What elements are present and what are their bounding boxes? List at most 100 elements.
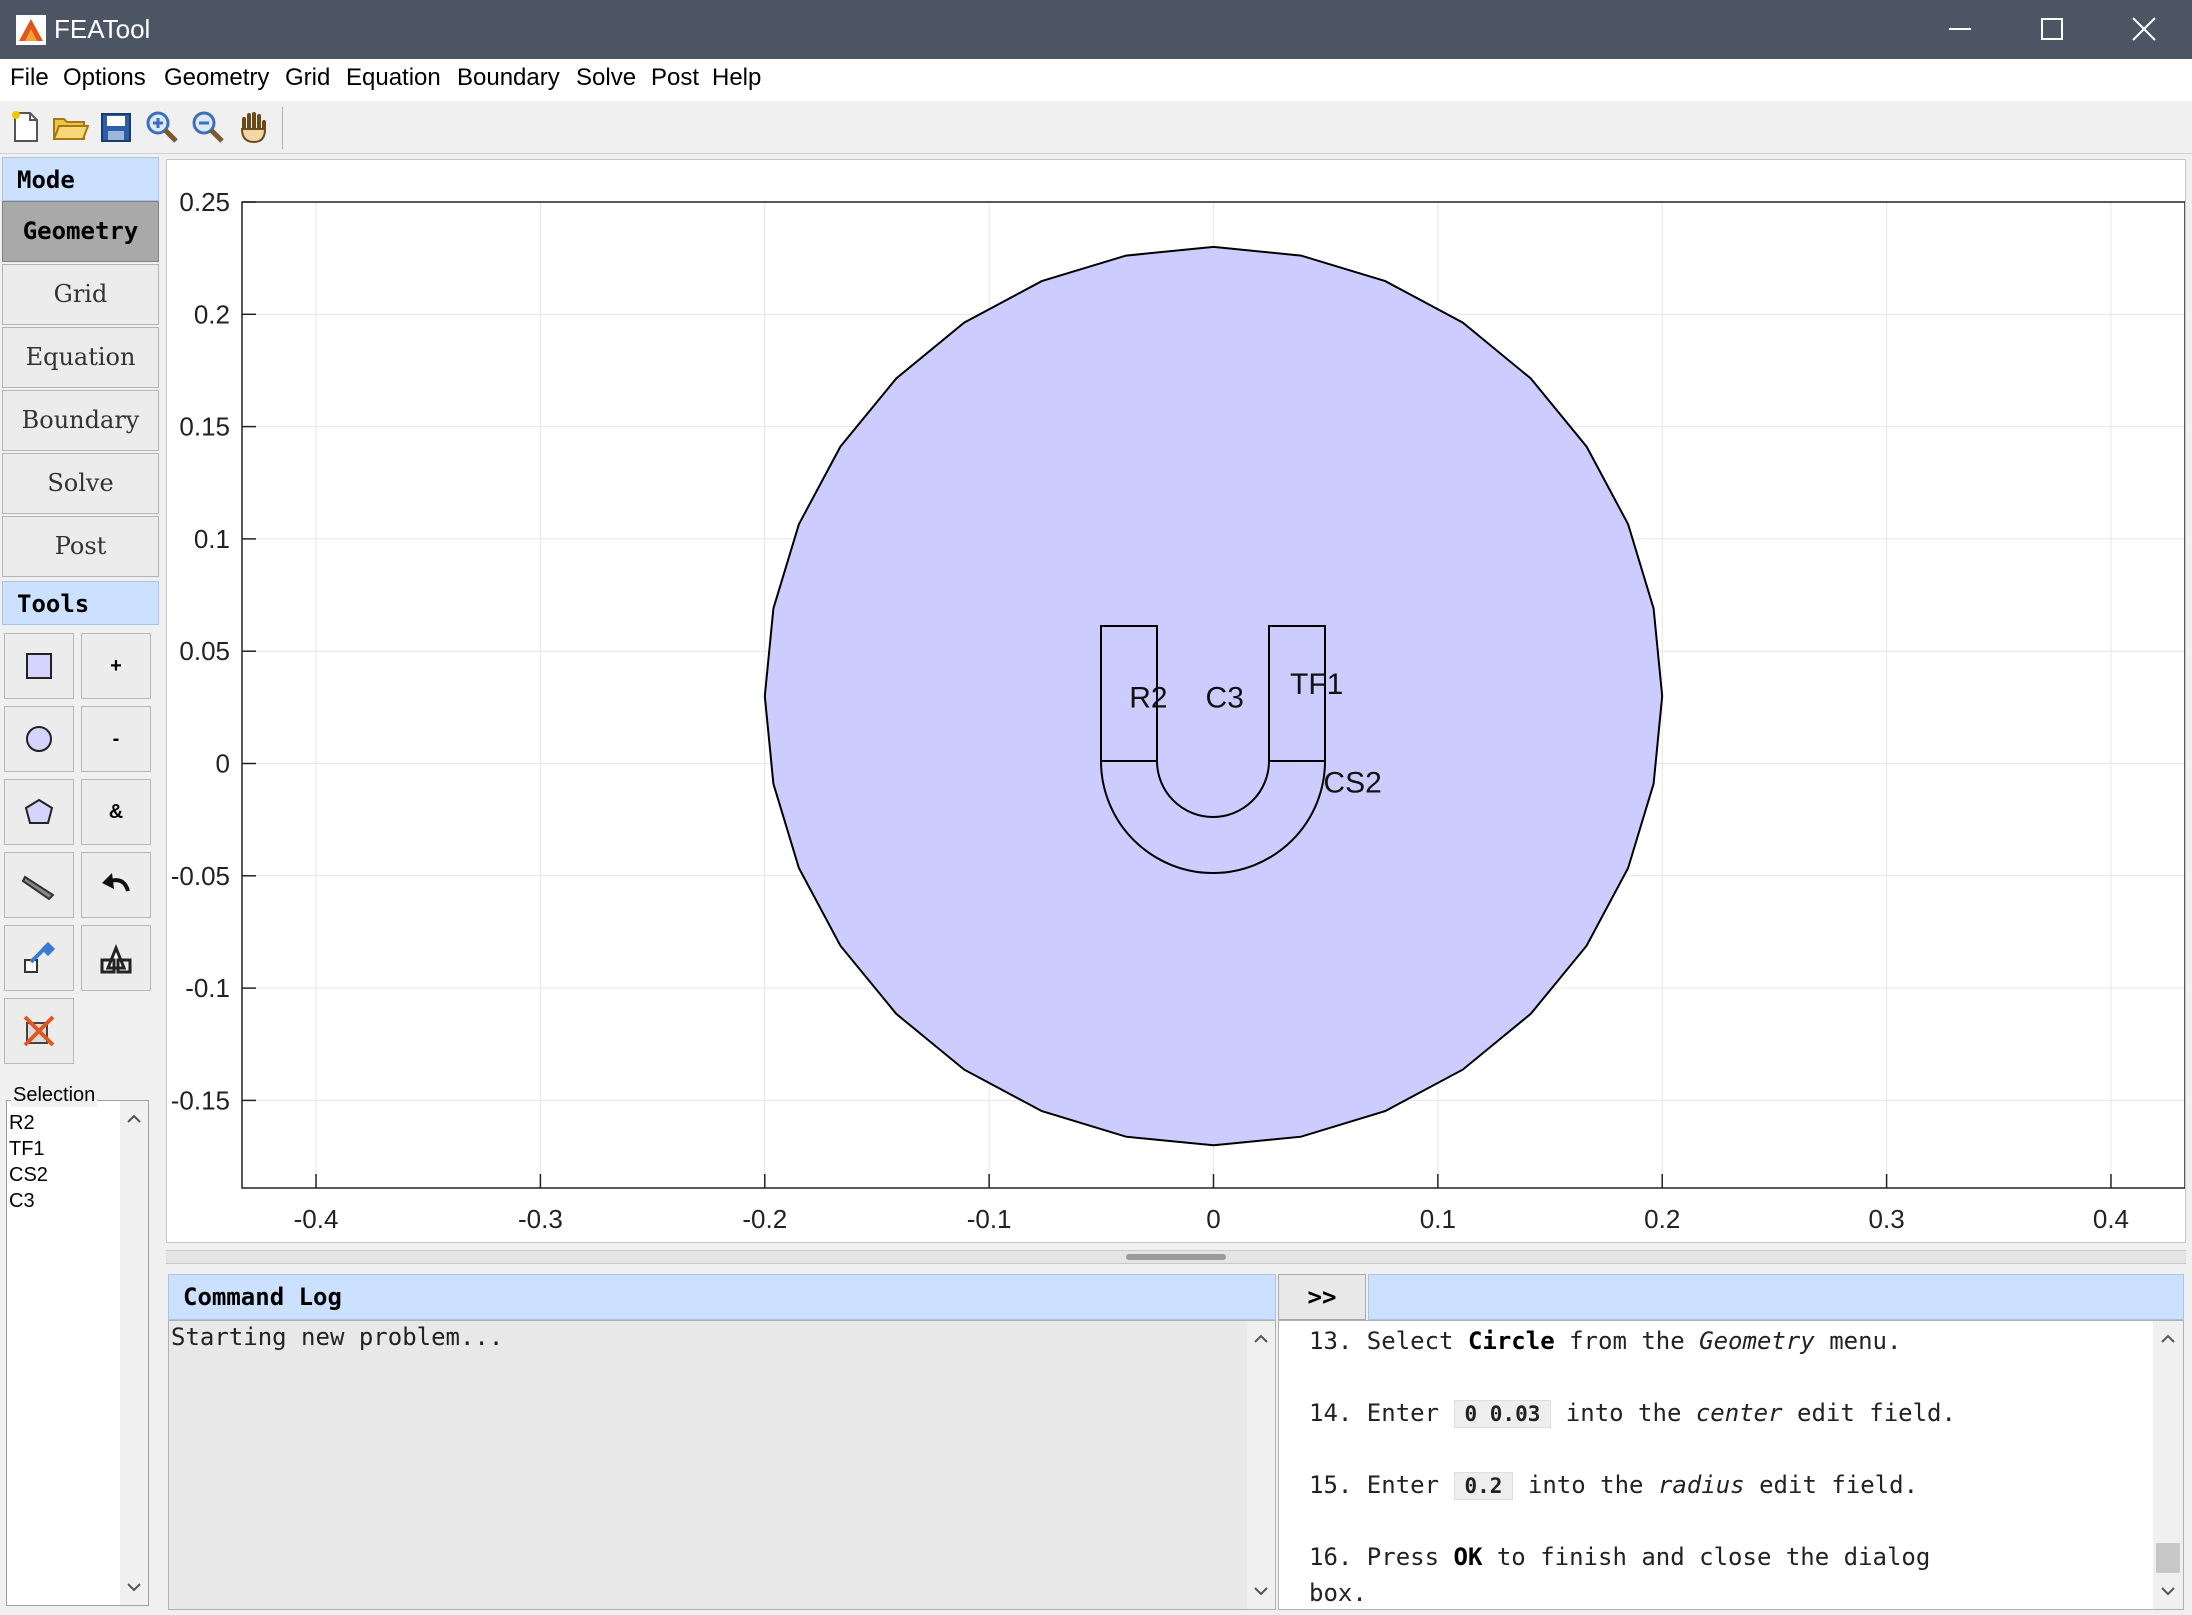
title-bar: FEATool <box>0 0 2192 59</box>
help-header <box>1368 1274 2184 1320</box>
help-text: from the <box>1554 1327 1700 1355</box>
command-log-textarea[interactable]: Starting new problem... <box>168 1320 1276 1610</box>
y-tick-label: 0 <box>216 749 230 779</box>
selection-label: Selection <box>11 1084 98 1107</box>
y-tick-label: -0.1 <box>185 973 230 1003</box>
x-tick-label: -0.3 <box>518 1204 563 1234</box>
splitter-grip[interactable] <box>1126 1254 1226 1260</box>
minimize-icon <box>1949 28 1971 30</box>
selection-item-cs2[interactable]: CS2 <box>9 1164 48 1187</box>
polygon-tool-button[interactable] <box>4 779 74 845</box>
close-button[interactable] <box>2098 0 2190 59</box>
minimize-button[interactable] <box>1914 0 2006 59</box>
close-icon <box>2132 17 2156 41</box>
x-tick-label: -0.2 <box>742 1204 787 1234</box>
delete-tool-button[interactable] <box>4 998 74 1064</box>
y-tick-label: 0.2 <box>194 299 230 329</box>
undo-tool-icon <box>102 873 130 892</box>
chevron-up-icon <box>2161 1334 2175 1343</box>
help-scrollbar[interactable] <box>2153 1321 2183 1609</box>
circle-tool-button[interactable] <box>4 706 74 772</box>
menu-file[interactable]: File <box>10 64 49 92</box>
union-tool-button[interactable]: + <box>81 633 151 699</box>
help-scroll-thumb[interactable] <box>2156 1543 2180 1573</box>
command-log-scrollbar[interactable] <box>1247 1321 1275 1609</box>
region-label-tf1: TF1 <box>1290 668 1343 701</box>
toolbar-separator <box>282 107 283 149</box>
transform-tool-icon <box>24 941 56 973</box>
zoom-out-button[interactable] <box>188 107 228 147</box>
y-tick-label: 0.1 <box>194 524 230 554</box>
selection-scrollbar[interactable] <box>120 1101 148 1605</box>
y-tick-label: 0.25 <box>179 187 230 217</box>
selection-listbox[interactable]: R2 TF1 CS2 C3 <box>6 1100 149 1606</box>
pan-button[interactable] <box>234 107 274 147</box>
featool-logo-icon <box>16 15 46 45</box>
help-text: to finish and close the dialog <box>1482 1543 1931 1571</box>
help-text: into the <box>1513 1471 1658 1499</box>
maximize-button[interactable] <box>2006 0 2098 59</box>
menu-equation[interactable]: Equation <box>346 64 441 92</box>
rectangle-tool-button[interactable] <box>4 633 74 699</box>
new-file-button[interactable] <box>6 107 46 147</box>
help-code: 0 0.03 <box>1453 1400 1552 1428</box>
pen-tool-icon <box>21 875 55 901</box>
help-text: Select <box>1366 1327 1468 1355</box>
panel-splitter[interactable] <box>166 1250 2186 1264</box>
save-button[interactable] <box>96 107 136 147</box>
save-disk-icon <box>101 113 131 142</box>
pen-tool-button[interactable] <box>4 852 74 918</box>
geometry-plot[interactable]: -0.4 -0.3 -0.2 -0.1 0 0.1 0.2 0.3 0.4 0.25 0.2 0.1… <box>166 159 2186 1243</box>
help-step-number: 14. <box>1309 1399 1367 1427</box>
menu-geometry[interactable]: Geometry <box>164 64 269 92</box>
help-step: 14. Enter 0 0.03 into the center edit fi… <box>1309 1399 1956 1428</box>
help-text: Enter <box>1366 1471 1454 1499</box>
zoom-in-button[interactable] <box>142 107 182 147</box>
mode-geometry-button[interactable]: Geometry <box>2 201 159 262</box>
polygon-tool-icon <box>24 798 54 824</box>
y-axis: 0.25 0.2 0.15 0.1 0.05 0 -0.05 -0.1 -0.15 <box>171 187 256 1115</box>
help-text-panel[interactable]: 13. Select Circle from the Geometry menu… <box>1278 1320 2184 1610</box>
x-tick-label: 0.3 <box>1869 1204 1905 1234</box>
selection-item-r2[interactable]: R2 <box>9 1112 35 1135</box>
split-tool-icon <box>100 943 132 974</box>
selection-item-c3[interactable]: C3 <box>9 1190 35 1213</box>
open-button[interactable] <box>50 107 90 147</box>
zoom-in-icon <box>146 111 178 143</box>
chevron-up-icon <box>127 1114 141 1123</box>
selection-item-tf1[interactable]: TF1 <box>9 1138 45 1161</box>
menu-help[interactable]: Help <box>712 64 761 92</box>
help-emphasis: Circle <box>1467 1327 1555 1355</box>
mode-equation-button[interactable]: Equation <box>2 327 159 388</box>
split-tool-button[interactable] <box>81 925 151 991</box>
help-text: edit field. <box>1782 1399 1956 1427</box>
open-folder-icon <box>52 118 90 140</box>
help-emphasis: OK <box>1453 1543 1483 1571</box>
intersect-tool-button[interactable]: & <box>81 779 151 845</box>
help-code: 0.2 <box>1453 1472 1514 1500</box>
subtract-tool-button[interactable]: - <box>81 706 151 772</box>
menu-solve[interactable]: Solve <box>576 64 636 92</box>
menu-options[interactable]: Options <box>63 64 146 92</box>
maximize-icon <box>2041 18 2063 40</box>
expand-help-button[interactable]: >> <box>1278 1274 1366 1320</box>
help-step-number: 16. <box>1309 1543 1367 1571</box>
mode-grid-button[interactable]: Grid <box>2 264 159 325</box>
window-title: FEATool <box>54 14 151 44</box>
menu-grid[interactable]: Grid <box>285 64 330 92</box>
x-tick-label: 0.1 <box>1420 1204 1456 1234</box>
mode-solve-button[interactable]: Solve <box>2 453 159 514</box>
new-file-icon <box>12 111 38 142</box>
chevron-down-icon <box>1254 1587 1268 1596</box>
menu-post[interactable]: Post <box>651 64 699 92</box>
mode-header: Mode <box>2 157 159 201</box>
mode-post-button[interactable]: Post <box>2 516 159 577</box>
x-tick-label: 0.2 <box>1644 1204 1680 1234</box>
menu-boundary[interactable]: Boundary <box>457 64 560 92</box>
mode-boundary-button[interactable]: Boundary <box>2 390 159 451</box>
transform-tool-button[interactable] <box>4 925 74 991</box>
region-label-cs2: CS2 <box>1323 767 1381 800</box>
help-text: Press <box>1366 1543 1454 1571</box>
undo-tool-button[interactable] <box>81 852 151 918</box>
x-axis: -0.4 -0.3 -0.2 -0.1 0 0.1 0.2 0.3 0.4 <box>294 1174 2129 1234</box>
